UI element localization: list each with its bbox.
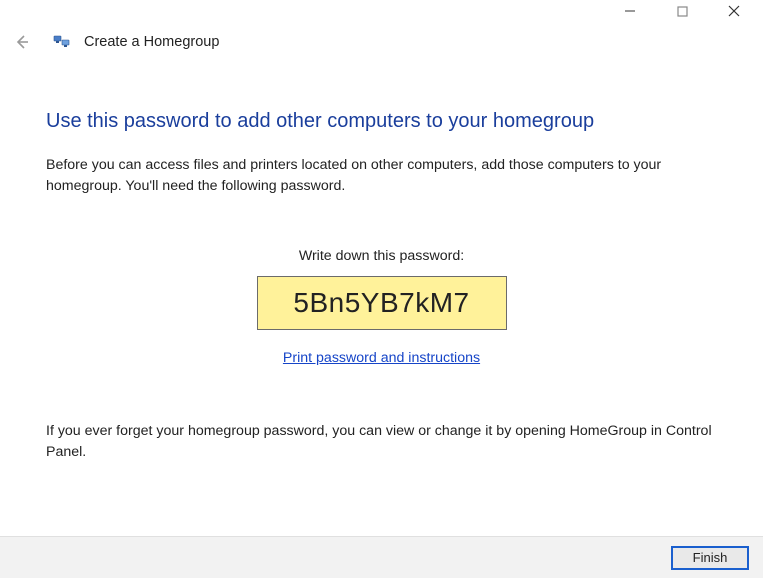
close-button[interactable]: [711, 1, 757, 21]
wizard-title: Create a Homegroup: [84, 34, 219, 50]
minimize-button[interactable]: [607, 1, 653, 21]
print-link[interactable]: Print password and instructions: [283, 350, 480, 366]
password-section: Write down this password: 5Bn5YB7kM7 Pri…: [46, 248, 717, 367]
footer-note: If you ever forget your homegroup passwo…: [46, 421, 717, 462]
maximize-button[interactable]: [659, 1, 705, 21]
password-box: 5Bn5YB7kM7: [257, 276, 507, 330]
button-bar: Finish: [0, 536, 763, 578]
finish-button[interactable]: Finish: [671, 546, 749, 570]
homegroup-icon: [52, 32, 72, 52]
content-area: Use this password to add other computers…: [0, 58, 763, 462]
back-button[interactable]: [10, 30, 34, 54]
password-label: Write down this password:: [46, 248, 717, 264]
titlebar: [0, 0, 763, 22]
header-row: Create a Homegroup: [0, 22, 763, 58]
intro-text: Before you can access files and printers…: [46, 155, 717, 196]
wizard-window: Create a Homegroup Use this password to …: [0, 0, 763, 578]
page-headline: Use this password to add other computers…: [46, 110, 717, 133]
window-controls: [607, 1, 757, 21]
